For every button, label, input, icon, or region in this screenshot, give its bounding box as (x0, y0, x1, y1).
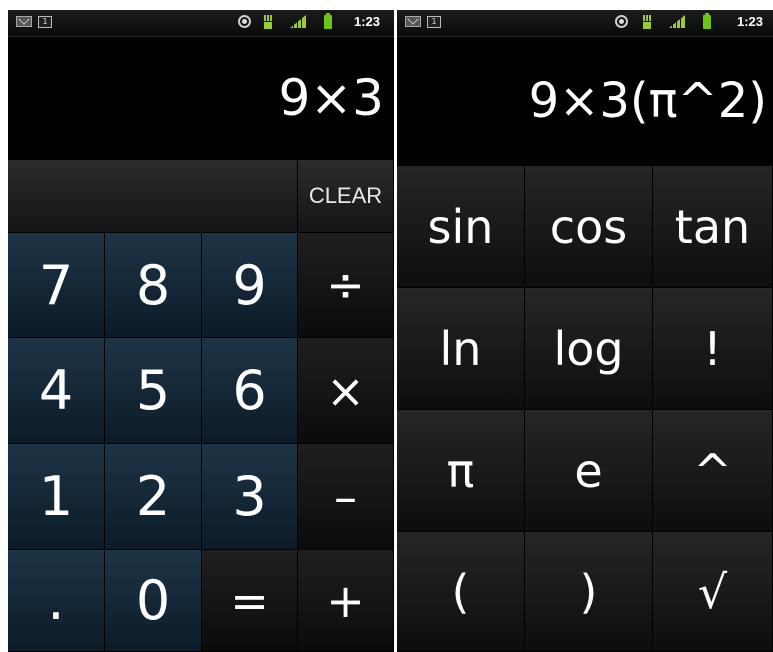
close-paren-button[interactable]: ) (525, 532, 653, 652)
status-bar: 1 1:23 (397, 10, 773, 37)
calendar-icon: 1 (427, 16, 441, 28)
log-button[interactable]: log (525, 288, 653, 410)
blank-bar (8, 160, 298, 233)
open-paren-button[interactable]: ( (397, 532, 525, 652)
calculator-display: 9×3(π^2) (397, 37, 773, 165)
battery-icon (703, 13, 711, 29)
status-bar: 1 1:23 (8, 10, 394, 37)
data-icon (264, 15, 272, 29)
digit-5-button[interactable]: 5 (105, 338, 202, 444)
digit-7-button[interactable]: 7 (8, 233, 105, 338)
power-button[interactable]: ^ (653, 410, 773, 532)
minus-button[interactable]: – (298, 444, 394, 550)
tan-button[interactable]: tan (653, 166, 773, 288)
equals-button[interactable]: = (202, 550, 298, 652)
e-button[interactable]: e (525, 410, 653, 532)
cos-button[interactable]: cos (525, 166, 653, 288)
basic-calculator-screen: 1 1:23 9×3 CLEAR 7 8 9 4 5 6 1 2 3 . 0 =… (8, 10, 394, 652)
digit-1-button[interactable]: 1 (8, 444, 105, 550)
status-time: 1:23 (737, 14, 764, 29)
digit-4-button[interactable]: 4 (8, 338, 105, 444)
multiply-button[interactable]: × (298, 338, 394, 444)
gps-icon (615, 15, 628, 28)
data-icon (643, 15, 651, 29)
clear-button[interactable]: CLEAR (298, 160, 394, 233)
digit-8-button[interactable]: 8 (105, 233, 202, 338)
status-time: 1:23 (354, 14, 381, 29)
signal-icon (669, 15, 685, 28)
ln-button[interactable]: ln (397, 288, 525, 410)
signal-icon (290, 15, 306, 28)
gps-icon (238, 15, 251, 28)
gmail-icon (405, 16, 421, 27)
digit-6-button[interactable]: 6 (202, 338, 298, 444)
decimal-point-button[interactable]: . (8, 550, 105, 652)
digit-3-button[interactable]: 3 (202, 444, 298, 550)
pi-button[interactable]: π (397, 410, 525, 532)
sqrt-button[interactable]: √ (653, 532, 773, 652)
battery-icon (324, 13, 332, 29)
gmail-icon (16, 16, 32, 27)
divide-button[interactable]: ÷ (298, 233, 394, 338)
calculator-display: 9×3 (8, 37, 394, 159)
advanced-calculator-screen: 1 1:23 9×3(π^2) sin cos tan ln log ! π e… (397, 10, 773, 652)
digit-9-button[interactable]: 9 (202, 233, 298, 338)
factorial-button[interactable]: ! (653, 288, 773, 410)
sin-button[interactable]: sin (397, 166, 525, 288)
digit-2-button[interactable]: 2 (105, 444, 202, 550)
plus-button[interactable]: + (298, 550, 394, 652)
digit-0-button[interactable]: 0 (105, 550, 202, 652)
calendar-icon: 1 (38, 16, 52, 28)
